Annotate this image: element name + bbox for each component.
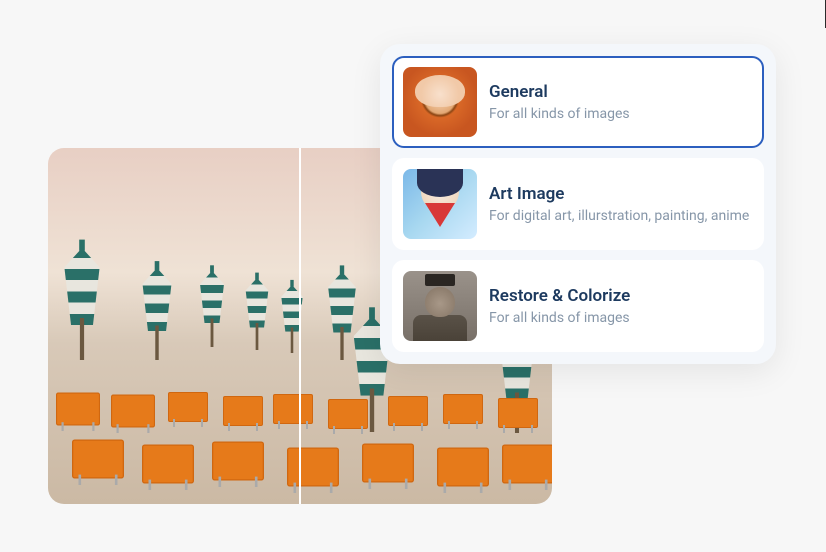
option-title: Restore & Colorize: [489, 286, 753, 306]
portrait-woman-icon: [403, 67, 477, 137]
option-text: General For all kinds of images: [489, 82, 753, 122]
mode-option-art-image[interactable]: Art Image For digital art, illurstration…: [392, 158, 764, 250]
anime-girl-icon: [403, 169, 477, 239]
mode-option-restore-colorize[interactable]: Restore & Colorize For all kinds of imag…: [392, 260, 764, 352]
option-description: For digital art, illurstration, painting…: [489, 208, 753, 224]
option-title: Art Image: [489, 184, 753, 204]
mode-option-general[interactable]: General For all kinds of images: [392, 56, 764, 148]
comparison-slider-handle[interactable]: [299, 148, 301, 504]
option-text: Restore & Colorize For all kinds of imag…: [489, 286, 753, 326]
option-description: For all kinds of images: [489, 310, 753, 326]
mode-selector-panel: General For all kinds of images Art Imag…: [380, 44, 776, 364]
option-title: General: [489, 82, 753, 102]
option-text: Art Image For digital art, illurstration…: [489, 184, 753, 224]
option-description: For all kinds of images: [489, 106, 753, 122]
vintage-portrait-icon: [403, 271, 477, 341]
